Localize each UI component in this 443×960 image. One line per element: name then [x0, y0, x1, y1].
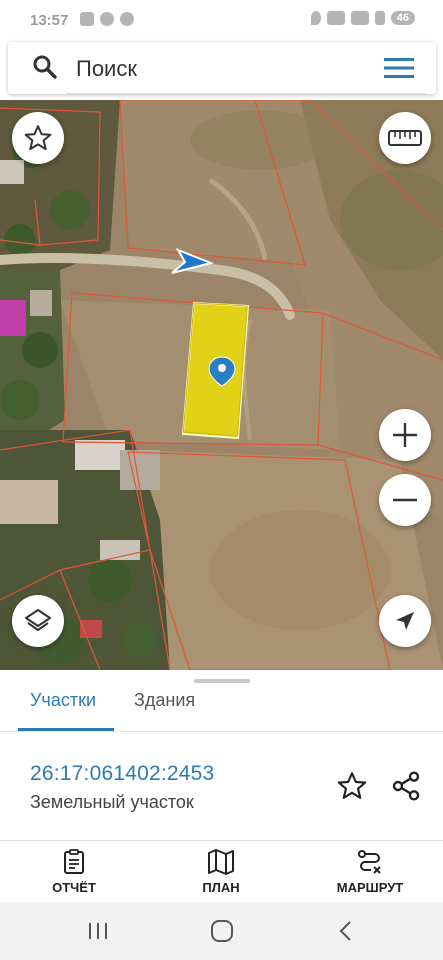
nav-report-label: ОТЧЁТ — [52, 880, 96, 895]
minus-icon — [393, 498, 417, 502]
whatsapp-icon — [100, 12, 114, 26]
map-plan-icon — [208, 849, 234, 875]
tab-divider — [0, 731, 443, 732]
report-icon — [64, 849, 84, 874]
parcel-cadastral-number[interactable]: 26:17:061402:2453 — [30, 762, 214, 786]
search-icon[interactable] — [32, 54, 58, 80]
search-bar — [8, 42, 436, 94]
search-underline — [66, 93, 426, 94]
back-icon[interactable] — [336, 918, 356, 944]
home-icon[interactable] — [208, 918, 236, 944]
nav-route[interactable]: МАРШРУТ — [315, 849, 425, 895]
map-imagery[interactable] — [0, 100, 443, 670]
messenger-icon — [80, 12, 94, 26]
parcel-type-label: Земельный участок — [30, 792, 194, 812]
share-icon[interactable] — [390, 770, 422, 802]
chat-icon — [120, 12, 134, 26]
status-time: 13:57 — [30, 12, 69, 29]
wifi-off-icon — [374, 11, 385, 25]
satellite-map[interactable] — [0, 100, 443, 670]
location-icon — [310, 11, 321, 25]
menu-icon[interactable] — [384, 56, 414, 80]
ruler-icon — [388, 130, 422, 146]
sheet-drag-handle[interactable] — [194, 679, 250, 683]
plus-icon — [393, 423, 417, 447]
status-bar: 13:57 46 — [0, 0, 443, 40]
layers-icon — [25, 609, 51, 631]
system-navigation-bar — [0, 902, 443, 960]
zoom-in-button[interactable] — [379, 409, 431, 461]
search-input[interactable] — [74, 54, 378, 84]
bottom-navigation: ОТЧЁТ ПЛАН МАРШРУТ — [0, 840, 443, 903]
my-location-button[interactable] — [379, 595, 431, 647]
navigation-arrow-icon — [396, 612, 414, 630]
battery-icon: 46 — [390, 11, 415, 25]
tab-buildings[interactable]: Здания — [134, 690, 195, 711]
route-icon — [358, 850, 381, 874]
notification-icons — [80, 12, 134, 26]
star-outline-icon — [24, 125, 52, 151]
layers-button[interactable] — [12, 595, 64, 647]
nav-report[interactable]: ОТЧЁТ — [19, 849, 129, 895]
recent-apps-icon[interactable] — [86, 918, 110, 944]
signal-2-icon — [350, 11, 369, 25]
nav-plan-label: ПЛАН — [202, 880, 240, 895]
nav-plan[interactable]: ПЛАН — [166, 849, 276, 895]
zoom-out-button[interactable] — [379, 474, 431, 526]
signal-icon — [326, 11, 345, 25]
tab-parcels[interactable]: Участки — [30, 690, 96, 711]
favorite-fab[interactable] — [12, 112, 64, 164]
system-status-icons: 46 — [310, 11, 415, 25]
ruler-fab[interactable] — [379, 112, 431, 164]
star-outline-icon[interactable] — [336, 770, 368, 802]
nav-route-label: МАРШРУТ — [336, 880, 404, 895]
